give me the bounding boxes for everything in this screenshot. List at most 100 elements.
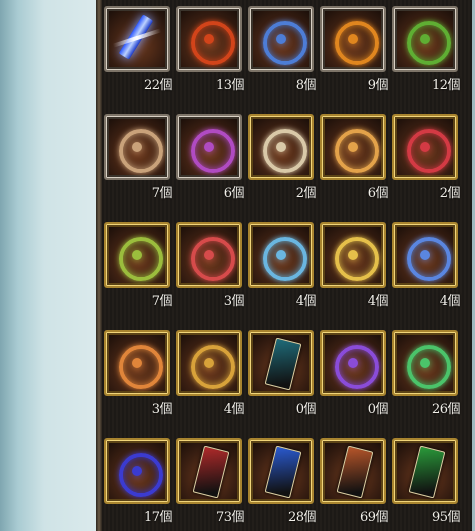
- inventory-item[interactable]: 2個: [392, 114, 464, 202]
- inventory-item[interactable]: 13個: [176, 6, 248, 94]
- orb-ring-icon: [407, 345, 451, 389]
- item-icon-frame[interactable]: [392, 222, 458, 288]
- item-count: 17個: [143, 510, 173, 525]
- orb-ring-icon: [407, 21, 451, 65]
- item-icon-frame[interactable]: [392, 438, 458, 504]
- orb-ring-icon: [263, 21, 307, 65]
- inventory-item[interactable]: 3個: [176, 222, 248, 310]
- inventory-item[interactable]: 6個: [176, 114, 248, 202]
- inventory-item[interactable]: 3個: [104, 330, 176, 418]
- item-count: 26個: [431, 402, 461, 417]
- item-count: 4個: [295, 294, 317, 309]
- item-icon-frame[interactable]: [176, 438, 242, 504]
- item-count: 2個: [439, 186, 461, 201]
- item-icon-frame[interactable]: [104, 114, 170, 180]
- item-icon-frame[interactable]: [320, 438, 386, 504]
- inventory-item[interactable]: 17個: [104, 438, 176, 526]
- orb-ring-icon: [191, 237, 235, 281]
- item-count: 4個: [223, 402, 245, 417]
- item-count: 28個: [287, 510, 317, 525]
- item-icon-frame[interactable]: [320, 114, 386, 180]
- item-icon-frame[interactable]: [104, 6, 170, 72]
- orb-ring-icon: [119, 453, 163, 497]
- inventory-item[interactable]: 28個: [248, 438, 320, 526]
- item-count: 7個: [151, 186, 173, 201]
- orb-ring-icon: [335, 21, 379, 65]
- tablet-icon: [264, 445, 302, 499]
- item-count: 7個: [151, 294, 173, 309]
- item-icon-frame[interactable]: [104, 330, 170, 396]
- inventory-item[interactable]: 7個: [104, 114, 176, 202]
- inventory-item[interactable]: 73個: [176, 438, 248, 526]
- item-count: 73個: [215, 510, 245, 525]
- inventory-item[interactable]: 8個: [248, 6, 320, 94]
- item-icon-frame[interactable]: [248, 330, 314, 396]
- inventory-item[interactable]: 22個: [104, 6, 176, 94]
- item-count: 12個: [431, 78, 461, 93]
- item-count: 8個: [295, 78, 317, 93]
- item-icon-frame[interactable]: [320, 222, 386, 288]
- orb-ring-icon: [191, 345, 235, 389]
- item-count: 4個: [439, 294, 461, 309]
- item-count: 3個: [223, 294, 245, 309]
- item-count: 4個: [367, 294, 389, 309]
- tablet-icon: [408, 445, 446, 499]
- item-count: 0個: [367, 402, 389, 417]
- orb-ring-icon: [407, 237, 451, 281]
- item-icon-frame[interactable]: [176, 6, 242, 72]
- orb-ring-icon: [191, 129, 235, 173]
- inventory-item[interactable]: 4個: [176, 330, 248, 418]
- item-count: 9個: [367, 78, 389, 93]
- orb-ring-icon: [335, 345, 379, 389]
- item-icon-frame[interactable]: [248, 438, 314, 504]
- item-icon-frame[interactable]: [392, 114, 458, 180]
- tablet-icon: [264, 337, 302, 391]
- orb-ring-icon: [263, 237, 307, 281]
- item-icon-frame[interactable]: [176, 222, 242, 288]
- item-icon-frame[interactable]: [320, 330, 386, 396]
- inventory-item[interactable]: 0個: [248, 330, 320, 418]
- item-count: 6個: [367, 186, 389, 201]
- item-icon-frame[interactable]: [248, 222, 314, 288]
- orb-ring-icon: [119, 237, 163, 281]
- inventory-item[interactable]: 26個: [392, 330, 464, 418]
- inventory-item[interactable]: 4個: [248, 222, 320, 310]
- item-count: 13個: [215, 78, 245, 93]
- item-icon-frame[interactable]: [392, 330, 458, 396]
- orb-ring-icon: [191, 21, 235, 65]
- left-background: [0, 0, 98, 531]
- inventory-item[interactable]: 69個: [320, 438, 392, 526]
- inventory-item[interactable]: 2個: [248, 114, 320, 202]
- item-count: 2個: [295, 186, 317, 201]
- item-count: 95個: [431, 510, 461, 525]
- item-count: 6個: [223, 186, 245, 201]
- item-icon-frame[interactable]: [104, 222, 170, 288]
- item-count: 0個: [295, 402, 317, 417]
- orb-ring-icon: [119, 345, 163, 389]
- item-icon-frame[interactable]: [248, 6, 314, 72]
- orb-ring-icon: [119, 129, 163, 173]
- item-icon-frame[interactable]: [176, 330, 242, 396]
- inventory-item[interactable]: 12個: [392, 6, 464, 94]
- inventory-item[interactable]: 4個: [392, 222, 464, 310]
- item-icon-frame[interactable]: [392, 6, 458, 72]
- orb-ring-icon: [335, 129, 379, 173]
- orb-ring-icon: [335, 237, 379, 281]
- item-icon-frame[interactable]: [320, 6, 386, 72]
- item-icon-frame[interactable]: [176, 114, 242, 180]
- orb-ring-icon: [263, 129, 307, 173]
- inventory-item[interactable]: 95個: [392, 438, 464, 526]
- inventory-item[interactable]: 6個: [320, 114, 392, 202]
- item-icon-frame[interactable]: [104, 438, 170, 504]
- inventory-item[interactable]: 7個: [104, 222, 176, 310]
- item-count: 3個: [151, 402, 173, 417]
- item-icon-frame[interactable]: [248, 114, 314, 180]
- tablet-icon: [192, 445, 230, 499]
- item-count: 69個: [359, 510, 389, 525]
- inventory-item[interactable]: 0個: [320, 330, 392, 418]
- orb-ring-icon: [407, 129, 451, 173]
- item-count: 22個: [143, 78, 173, 93]
- inventory-item[interactable]: 4個: [320, 222, 392, 310]
- tablet-icon: [336, 445, 374, 499]
- inventory-item[interactable]: 9個: [320, 6, 392, 94]
